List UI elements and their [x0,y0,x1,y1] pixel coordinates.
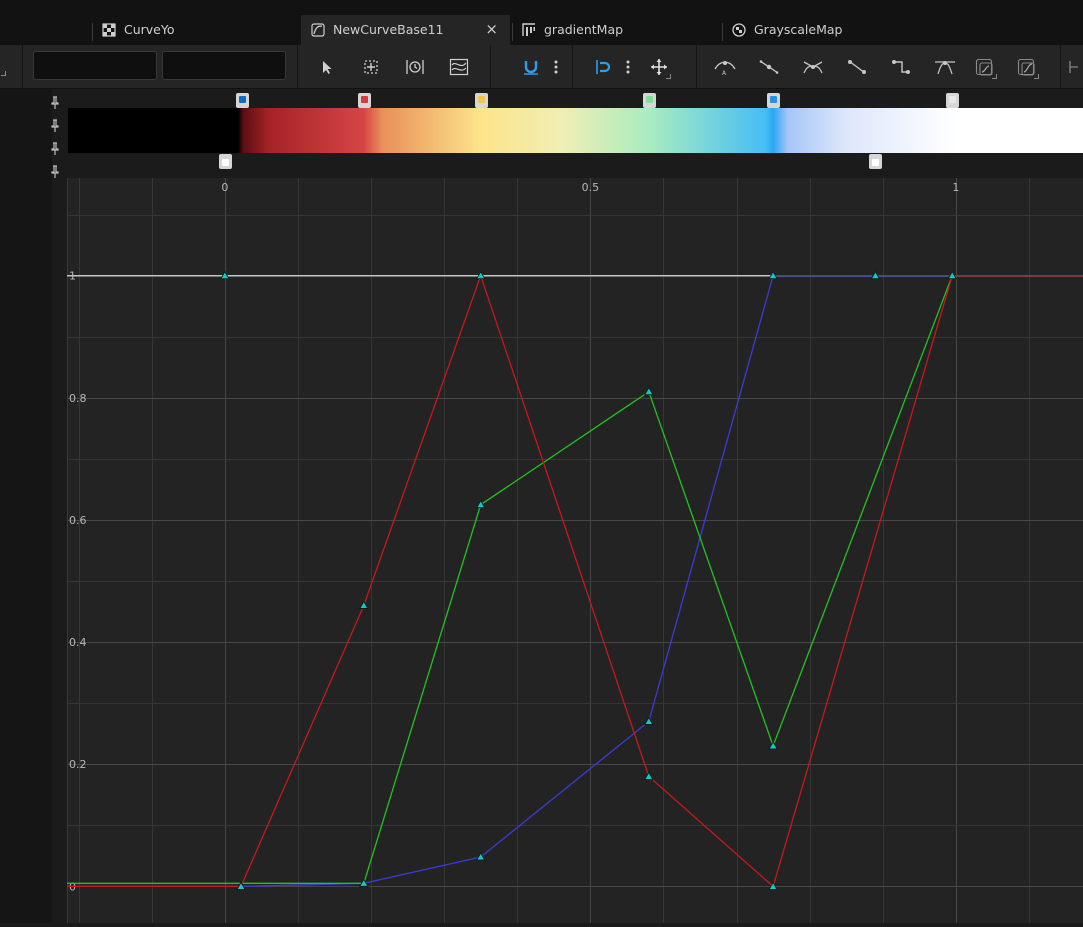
y-axis-tick-label: 0.2 [69,758,87,771]
curve-asset-icon [311,23,325,37]
curve-list-gutter [0,89,67,923]
select-tool-button[interactable] [314,54,340,80]
graph-background [67,178,1083,923]
gradient-color-stop[interactable] [357,93,371,108]
stop-color-swatch [645,96,653,103]
toolbar-separator [572,45,573,88]
gradient-color-stop[interactable] [946,93,960,108]
stop-color-swatch [770,96,778,103]
snap-time-icon [596,60,611,74]
snap-magnet-icon [524,61,538,75]
stop-color-swatch [221,159,229,166]
filter-icon [1069,61,1078,73]
toolbar-separator [490,45,491,88]
gradient-map-icon [522,23,536,37]
retime-tool-button[interactable] [402,54,428,80]
stop-color-swatch [477,96,485,103]
toolbar-separator [696,45,697,88]
snap-time-button[interactable] [590,54,616,80]
key-time-field[interactable] [33,51,157,80]
graph-grid [67,178,1083,923]
gradient-alpha-stop[interactable] [218,154,232,169]
svg-text:A: A [722,70,727,76]
transform-icon [364,60,378,74]
gradient-alpha-stop[interactable] [869,154,883,169]
y-axis-tick-label: 0.4 [69,636,87,649]
toolbar-separator [297,45,298,88]
pin-icon[interactable] [50,164,60,178]
axis-snapping-button[interactable] [646,54,672,80]
tab-gradientmap[interactable]: gradientMap [512,15,720,45]
pin-icon[interactable] [50,141,60,155]
linear-tangent-button[interactable] [844,54,870,80]
more-vertical-icon [554,60,558,74]
curve-list-panel [0,89,52,923]
pin-icon[interactable] [50,95,60,109]
toolbar-separator [1060,45,1061,88]
tab-label: CurveYo [124,22,175,37]
pre-infinity-button[interactable] [972,54,998,80]
x-axis-tick-label: 0 [221,181,228,194]
weighted-tangent-button[interactable] [932,54,958,80]
retime-icon [406,60,424,74]
toolbar-overflow-icon[interactable] [1,71,6,76]
dropdown-corner-icon [666,74,671,79]
stop-color-swatch [949,96,957,103]
x-axis-tick-label: 0.5 [582,181,600,194]
post-infinity-button[interactable] [1014,54,1040,80]
stop-color-swatch [238,96,246,103]
transform-tool-button[interactable] [358,54,384,80]
stop-color-swatch [872,159,880,166]
filter-tool-button[interactable] [1066,54,1083,80]
select-arrow-icon [323,61,332,74]
curve-graph-canvas[interactable]: 0 0.5 100.20.40.60.81 [67,178,1083,923]
toolbar-separator [22,45,23,88]
gradient-color-stop[interactable] [474,93,488,108]
tab-label: gradientMap [544,22,624,37]
more-vertical-icon [626,60,630,74]
stop-color-swatch [360,96,368,103]
tab-label: NewCurveBase11 [333,22,444,37]
multi-scale-tool-button[interactable] [446,54,472,80]
close-tab-button[interactable]: × [485,20,498,38]
cubic-break-tangent-button[interactable] [800,54,826,80]
checker-icon [102,23,116,37]
tab-separator [722,23,723,41]
gradient-preview-bar[interactable] [68,108,1083,153]
constant-tangent-icon [892,60,910,74]
linear-tangent-icon [848,60,866,74]
cubic-auto-tangent-button[interactable]: A [712,54,738,80]
snap-value-options-button[interactable] [546,54,566,80]
break-tangent-icon [803,61,823,74]
cubic-user-tangent-button[interactable] [756,54,782,80]
gradient-editor [67,89,1083,178]
tab-separator [512,23,513,41]
tab-newcurvebase11[interactable]: NewCurveBase11 × [301,15,510,45]
tab-separator [92,23,93,41]
gradient-color-stop[interactable] [642,93,656,108]
gradient-color-stop[interactable] [235,93,249,108]
y-axis-tick-label: 0.8 [69,392,87,405]
user-tangent-icon [759,60,779,74]
constant-tangent-button[interactable] [888,54,914,80]
weighted-tangent-icon [935,61,955,75]
snap-time-options-button[interactable] [618,54,638,80]
dropdown-corner-icon [1034,74,1039,79]
gradient-color-stop[interactable] [767,93,781,108]
tab-grayscalemap[interactable]: GrayscaleMap [722,15,930,45]
tab-curveyo[interactable]: CurveYo [92,15,300,45]
tab-bar: CurveYo NewCurveBase11 × gradientMap Gra… [0,0,1083,45]
curve-editor-toolbar: A [0,45,1083,89]
dropdown-corner-icon [992,74,997,79]
auto-tangent-icon: A [714,61,736,76]
checker-circle-icon [732,23,746,37]
y-axis-tick-label: 0.6 [69,514,87,527]
x-axis-tick-label: 1 [952,181,959,194]
snap-value-button[interactable] [518,54,544,80]
pin-icon[interactable] [50,118,60,132]
tab-label: GrayscaleMap [754,22,843,37]
multi-scale-icon [449,58,469,76]
curve-graph[interactable]: 0 0.5 1 0 0.2 0.4 0.6 0.8 1 [67,178,1083,923]
key-value-field[interactable] [162,51,286,80]
